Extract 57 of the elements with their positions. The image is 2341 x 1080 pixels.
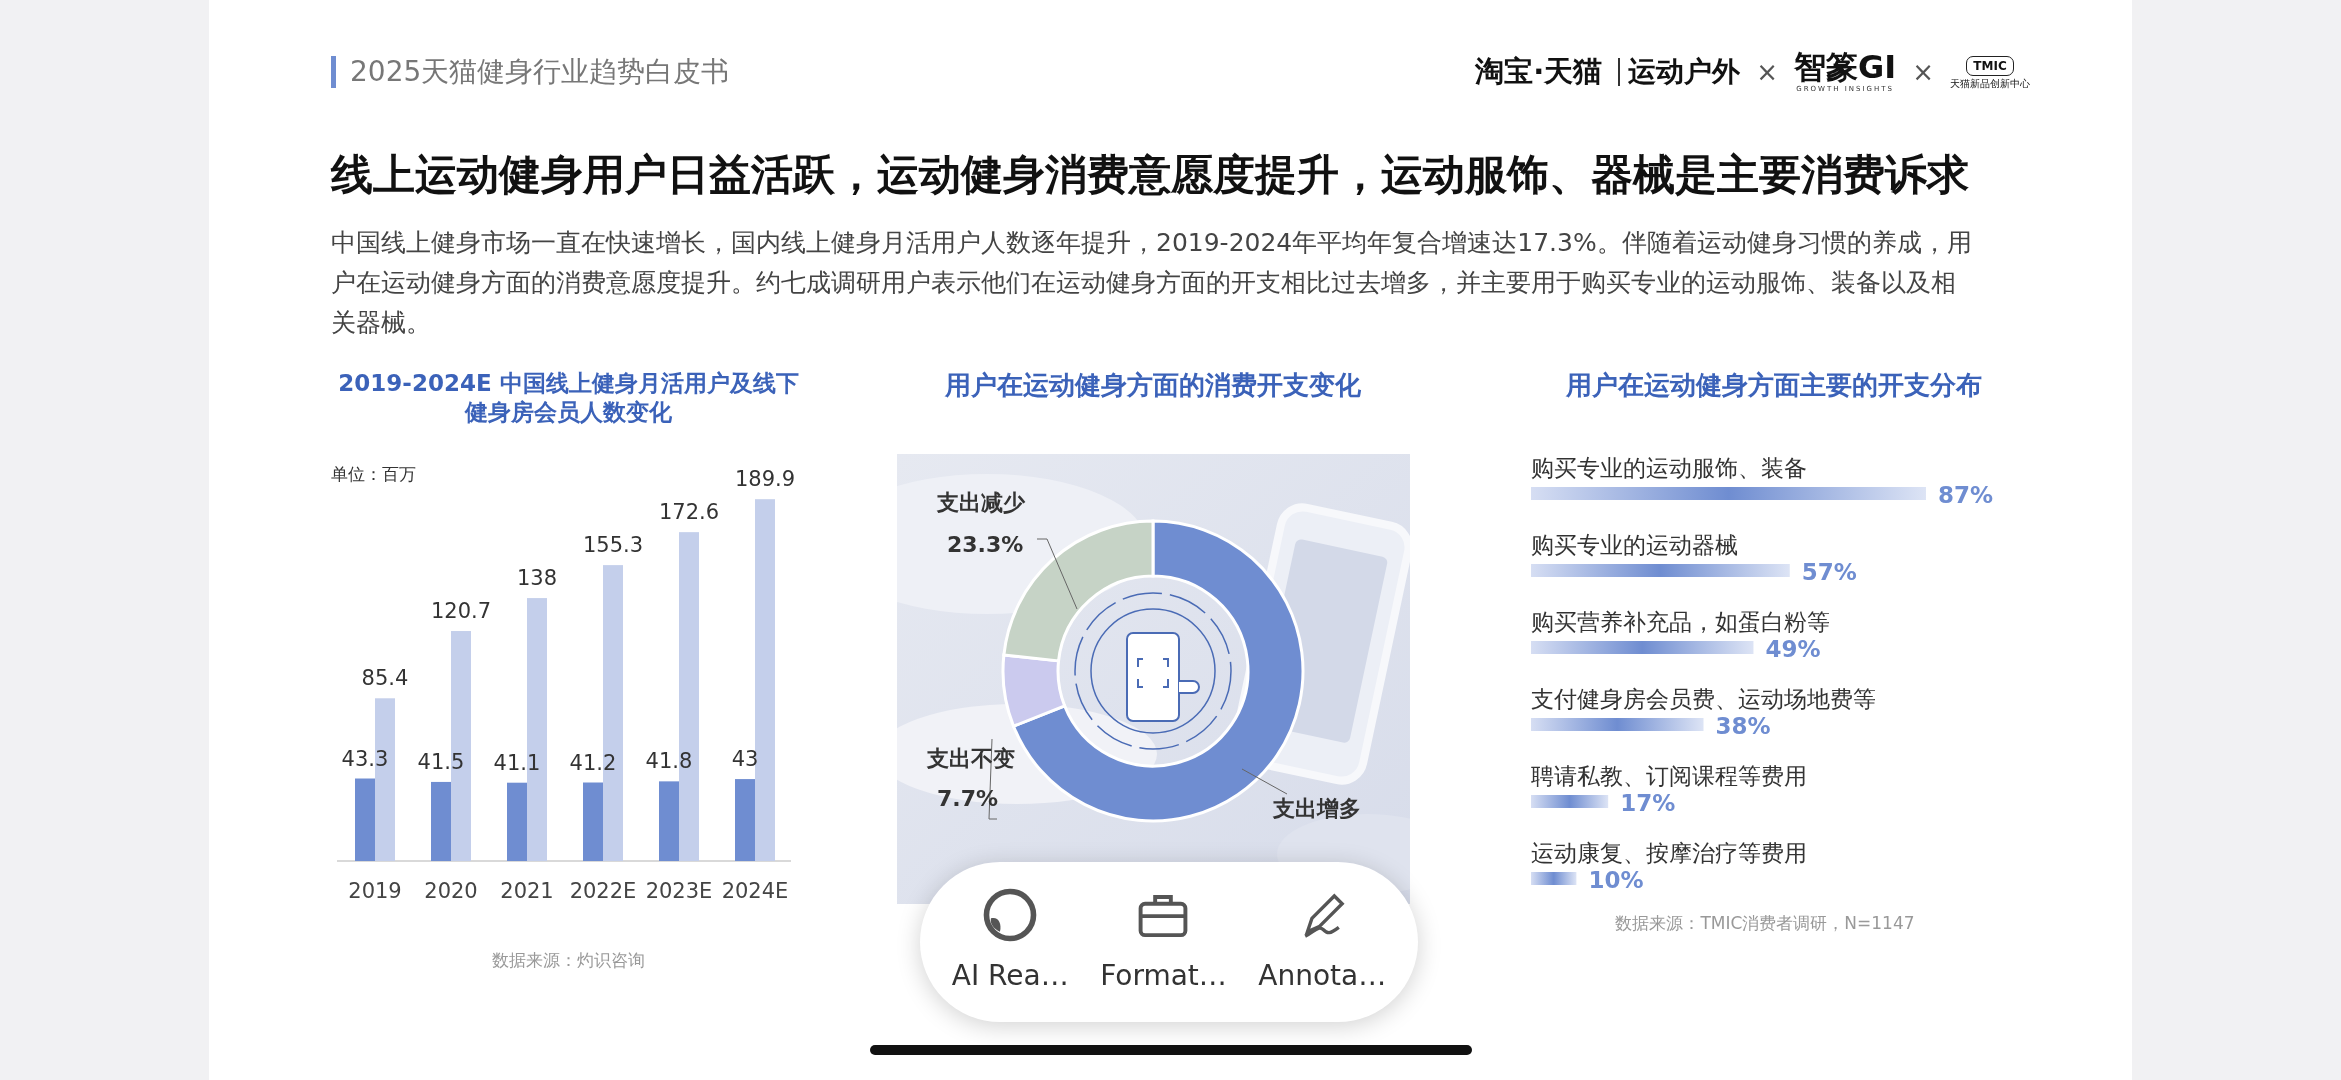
slice-value: 23.3% [946,532,1023,558]
value-label: 10% [1588,867,1644,894]
chart-title: 用户在运动健身方面的消费开支变化 [944,368,1362,402]
data-label: 41.5 [417,750,465,775]
toolbar-button[interactable]: Format… [1096,883,1231,1001]
category-label: 2020 [424,879,478,904]
category-label: 购买专业的运动服饰、装备 [1531,455,1807,482]
brand-logo: TMIC 天猫新品创新中心 [1950,55,2030,89]
data-label: 189.9 [734,467,796,492]
value-label: 49% [1765,636,1821,663]
headline: 线上运动健身用户日益活跃，运动健身消费意愿度提升，运动服饰、器械是主要消费诉求 [331,149,1970,201]
unit-label: 单位：百万 [331,464,416,485]
toolbar-button[interactable]: Annota… [1254,883,1391,1001]
data-label: 120.7 [430,599,492,624]
slice-value: 7.7% [936,786,998,812]
value-label: 87% [1938,482,1994,509]
value-label: 57% [1801,559,1857,586]
chart-title: 用户在运动健身方面主要的开支分布 [1565,368,1983,402]
category-label: 2019 [348,879,402,904]
leader-line [1036,538,1077,610]
ring-icon [982,887,1039,943]
category-label: 2023E [645,879,713,904]
home-indicator[interactable] [870,1045,1472,1055]
report-title: 2025天猫健身行业趋势白皮书 [331,55,730,89]
data-label: 172.6 [658,500,720,525]
value-label: 17% [1620,790,1676,817]
category-label: 支付健身房会员费、运动场地费等 [1531,686,1876,713]
data-label: 43.3 [341,746,389,771]
phone-scan-icon [1073,592,1232,751]
category-label: 运动康复、按摩治疗等费用 [1531,840,1807,867]
category-label: 购买营养补充品，如蛋白粉等 [1531,609,1830,636]
slice-label: 支出不变 [926,746,1015,772]
slice-label: 支出增多 [1272,796,1361,822]
category-logo: 运动户外 [1618,58,1741,86]
data-label: 41.2 [569,750,617,775]
summary-paragraph: 中国线上健身市场一直在快速增长，国内线上健身月活用户人数逐年提升，2019-2024年平均年复合增速达17.3%。伴随着运动健身习惯的养成，用户在运动健身方面的消费意愿度提升。约七成调研用户表示他们在运动健身方面的开支相比过去增多，并主要用于购买专业的运动服饰、装备以及相关器械。 [331,226,1973,339]
category-label: 2024E [721,879,789,904]
category-label: 2021 [500,879,554,904]
chart-title: 2019-2024E 中国线上健身月活用户及线下健身房会员人数变化 [337,368,800,428]
category-label: 聘请私教、订阅课程等费用 [1531,763,1807,790]
source-note: 数据来源：TMIC消费者调研，N=1147 [1614,912,1916,936]
source-note: 数据来源：灼识咨询 [491,949,646,973]
data-label: 41.1 [493,751,541,776]
data-label: 43 [731,747,759,772]
data-label: 155.3 [582,533,644,558]
times-sign: × [1756,55,1779,89]
category-label: 购买专业的运动器械 [1531,532,1738,559]
data-label: 41.8 [645,749,693,774]
data-label: 85.4 [361,666,409,691]
leader-line [1241,768,1287,795]
value-label: 38% [1715,713,1771,740]
data-label: 138 [516,566,558,591]
category-label: 2022E [569,879,637,904]
brand-logo: 淘宝·天猫 [1475,53,1603,91]
toolbar-button[interactable]: AI Rea… [947,883,1073,1001]
times-sign: × [1912,55,1934,89]
slice-label: 支出减少 [936,490,1025,516]
